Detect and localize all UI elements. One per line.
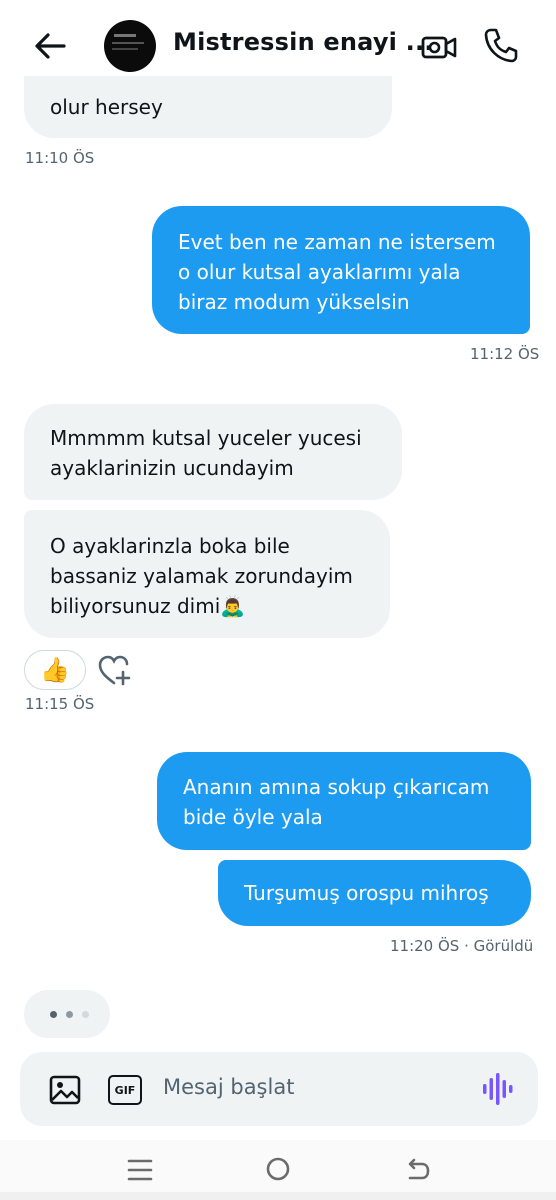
reaction-emoji: 👍: [40, 656, 70, 684]
message-line: Mmmmm kutsal yuceler yucesi: [50, 426, 362, 450]
message-bubble-outgoing[interactable]: Turşumuş orospu mihroş: [218, 860, 531, 926]
gif-label: GIF: [114, 1083, 136, 1097]
video-camera-icon[interactable]: [420, 28, 458, 66]
message-line: bassaniz yalamak zorundayim: [50, 564, 353, 588]
home-icon[interactable]: [264, 1155, 292, 1183]
message-timestamp: 11:12 ÖS: [470, 345, 540, 363]
add-reaction-heart-icon[interactable]: [96, 652, 134, 688]
message-timestamp: 11:15 ÖS: [25, 695, 95, 713]
message-timestamp: 11:10 ÖS: [25, 149, 95, 167]
conversation-title[interactable]: Mistressin enayi ...: [173, 28, 434, 56]
message-line: Ananın amına sokup çıkarıcam: [183, 775, 490, 799]
message-bubble-incoming[interactable]: Mmmmm kutsal yuceler yucesi ayaklarinizi…: [24, 404, 402, 500]
message-bubble-outgoing[interactable]: Ananın amına sokup çıkarıcam bide öyle y…: [157, 752, 531, 850]
back-arrow-icon[interactable]: [30, 26, 70, 66]
message-line: ayaklarinizin ucundayim: [50, 456, 294, 480]
message-timestamp-seen: 11:20 ÖS · Görüldü: [390, 937, 534, 955]
message-line: O ayaklarinzla boka bile: [50, 534, 290, 558]
system-back-icon[interactable]: [402, 1155, 432, 1185]
message-bubble-outgoing[interactable]: Evet ben ne zaman ne istersem o olur kut…: [152, 206, 530, 334]
gesture-bar: [0, 1192, 556, 1200]
avatar[interactable]: [104, 20, 156, 72]
message-line: bide öyle yala: [183, 805, 323, 829]
voice-message-icon[interactable]: [480, 1070, 514, 1108]
message-line: Evet ben ne zaman ne istersem: [178, 230, 496, 254]
gif-icon[interactable]: GIF: [108, 1075, 142, 1105]
message-text: Turşumuş orospu mihroş: [244, 881, 489, 905]
message-text: olur hersey: [50, 95, 163, 119]
typing-indicator: [24, 990, 110, 1038]
recent-apps-icon[interactable]: [126, 1157, 154, 1183]
message-bubble-incoming[interactable]: olur hersey: [24, 76, 392, 138]
message-input[interactable]: Mesaj başlat: [163, 1075, 294, 1099]
phone-icon[interactable]: [482, 26, 520, 64]
message-line: biraz modum yükselsin: [178, 290, 410, 314]
message-line: biliyorsunuz dimi🙇‍♂️: [50, 594, 246, 618]
message-line: o olur kutsal ayaklarımı yala: [178, 260, 461, 284]
thumbs-up-reaction[interactable]: 👍: [24, 650, 86, 690]
message-bubble-incoming[interactable]: O ayaklarinzla boka bile bassaniz yalama…: [24, 510, 390, 638]
image-icon[interactable]: [48, 1073, 82, 1107]
